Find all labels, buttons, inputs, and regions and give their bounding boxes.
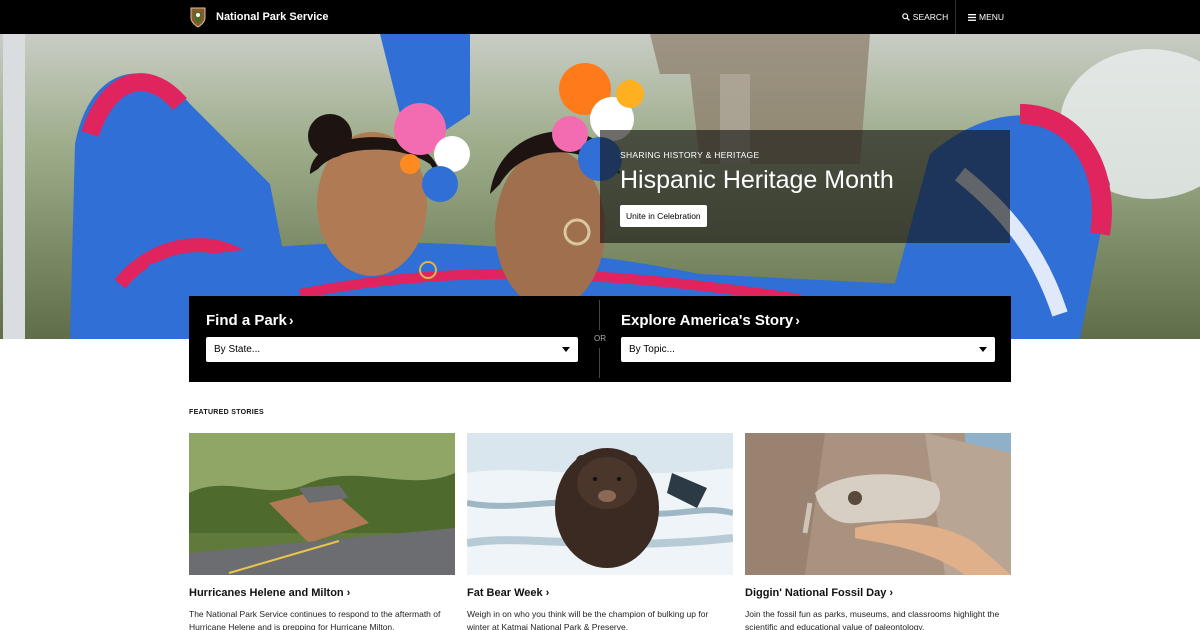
finder-divider-top bbox=[599, 300, 600, 330]
brown-bear-in-river-photo[interactable] bbox=[467, 433, 733, 575]
explore-story-label: Explore America's Story bbox=[621, 312, 794, 329]
card-title-hurricanes[interactable]: Hurricanes Helene and Milton › bbox=[189, 587, 455, 599]
card-title-text: Hurricanes Helene and Milton bbox=[189, 587, 344, 599]
explore-americas-story-link[interactable]: Explore America's Story › bbox=[621, 312, 995, 329]
search-label: SEARCH bbox=[912, 12, 949, 22]
chevron-right-icon: › bbox=[545, 587, 550, 599]
nav-divider bbox=[955, 0, 956, 34]
card-description: Weigh in on who you think will be the ch… bbox=[467, 609, 709, 630]
hamburger-menu-icon bbox=[967, 13, 976, 21]
hero-kicker: SHARING HISTORY & HERITAGE bbox=[620, 150, 760, 160]
find-a-park-label: Find a Park bbox=[206, 312, 287, 329]
hero-banner: SHARING HISTORY & HERITAGE Hispanic Heri… bbox=[0, 34, 1200, 339]
park-by-state-value: By State... bbox=[214, 344, 261, 355]
card-description: Join the fossil fun as parks, museums, a… bbox=[745, 609, 1000, 630]
menu-label: MENU bbox=[978, 12, 1005, 22]
search-icon bbox=[901, 13, 910, 21]
story-by-topic-select[interactable]: By Topic... bbox=[621, 337, 995, 362]
featured-stories-heading: FEATURED STORIES bbox=[189, 409, 264, 416]
explore-story-section: Explore America's Story › By Topic... bbox=[621, 312, 995, 362]
hero-feature-box: SHARING HISTORY & HERITAGE Hispanic Heri… bbox=[600, 130, 1010, 243]
menu-button[interactable]: MENU bbox=[962, 0, 1010, 34]
unite-in-celebration-button[interactable]: Unite in Celebration bbox=[620, 205, 707, 227]
caret-down-icon bbox=[979, 347, 987, 352]
hero-title[interactable]: Hispanic Heritage Month bbox=[620, 166, 990, 195]
fossil-skull-in-hand-photo[interactable] bbox=[745, 433, 1011, 575]
featured-card-hurricanes: Hurricanes Helene and Milton › The Nation… bbox=[189, 433, 455, 630]
featured-card-fossil-day: Diggin' National Fossil Day › Join the fo… bbox=[745, 433, 1011, 630]
card-title-text: Diggin' National Fossil Day bbox=[745, 587, 887, 599]
chevron-right-icon: › bbox=[795, 312, 800, 328]
park-finder-panel: Find a Park › By State... OR Explore Amer… bbox=[189, 296, 1011, 382]
find-a-park-section: Find a Park › By State... bbox=[206, 312, 578, 362]
search-button[interactable]: SEARCH bbox=[896, 0, 954, 34]
site-title: National Park Service bbox=[216, 11, 329, 23]
caret-down-icon bbox=[562, 347, 570, 352]
card-description: The National Park Service continues to r… bbox=[189, 609, 441, 630]
card-title-fossil-day[interactable]: Diggin' National Fossil Day › bbox=[745, 587, 1011, 599]
finder-divider-bottom bbox=[599, 348, 600, 378]
hurricane-damage-photo[interactable] bbox=[189, 433, 455, 575]
or-separator: OR bbox=[594, 334, 606, 343]
top-navigation-bar: National Park Service SEARCH MENU bbox=[0, 0, 1200, 34]
park-by-state-select[interactable]: By State... bbox=[206, 337, 578, 362]
card-title-text: Fat Bear Week bbox=[467, 587, 543, 599]
featured-card-fat-bear-week: Fat Bear Week › Weigh in on who you think… bbox=[467, 433, 733, 630]
home-link[interactable]: National Park Service bbox=[189, 5, 329, 29]
chevron-right-icon: › bbox=[889, 587, 894, 599]
chevron-right-icon: › bbox=[346, 587, 351, 599]
chevron-right-icon: › bbox=[288, 312, 294, 328]
arrowhead-logo-icon bbox=[190, 7, 206, 28]
story-by-topic-value: By Topic... bbox=[629, 344, 675, 355]
card-title-fat-bear-week[interactable]: Fat Bear Week › bbox=[467, 587, 733, 599]
find-a-park-link[interactable]: Find a Park › bbox=[206, 312, 578, 329]
